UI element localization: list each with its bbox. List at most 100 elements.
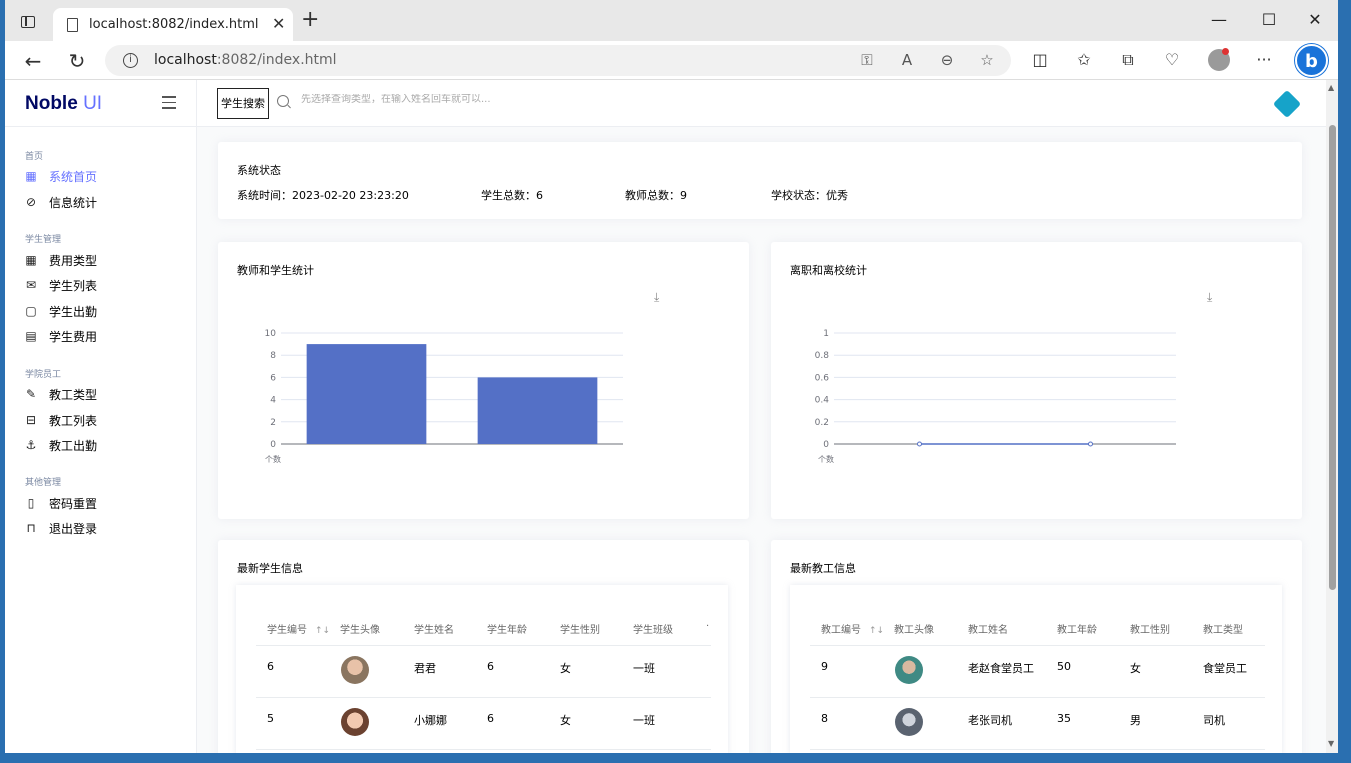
info-icon[interactable]: i <box>123 53 138 68</box>
tab-actions-icon[interactable] <box>21 16 35 28</box>
table-cell: 6 <box>487 712 494 725</box>
omnibox[interactable]: i localhost:8082/index.html ⚿ A ⊖ ☆ <box>105 45 1011 76</box>
zoom-out-icon[interactable]: ⊖ <box>937 51 957 69</box>
notification-dot <box>1222 48 1229 55</box>
close-window-icon[interactable]: ✕ <box>1300 10 1330 29</box>
browser-window: localhost:8082/index.html ✕ + — ☐ ✕ ← ↻ … <box>5 0 1338 753</box>
sidebar-item-logout[interactable]: ⊓ 退出登录 <box>25 519 97 537</box>
minimize-icon[interactable]: — <box>1204 10 1234 29</box>
maximize-icon[interactable]: ☐ <box>1254 10 1284 29</box>
table-cell: 9 <box>821 660 828 673</box>
axis-unit-label: 个数 <box>818 454 834 464</box>
search-input[interactable] <box>301 94 801 105</box>
reload-icon[interactable]: ↻ <box>65 49 89 73</box>
latest-staff-card: 最新教工信息 教工编号 ↑↓ 教工头像 教工姓名 教工年龄 教工性别 教工类型 … <box>771 540 1302 753</box>
sidebar-item-staff-types[interactable]: ✎ 教工类型 <box>25 385 97 403</box>
feather-icon: ✎ <box>25 387 37 401</box>
table-header: 教工姓名 <box>968 625 1008 636</box>
tab-bar: localhost:8082/index.html ✕ + — ☐ ✕ <box>5 0 1338 41</box>
bing-copilot-icon[interactable]: b <box>1295 44 1328 77</box>
more-menu-icon[interactable]: ··· <box>1252 50 1276 69</box>
table-cell: 35 <box>1057 712 1071 725</box>
sidebar-item-fee-types[interactable]: ▦ 费用类型 <box>25 251 97 269</box>
sidebar-item-staff-attendance[interactable]: ⚓ 教工出勤 <box>25 436 97 454</box>
search-type-button[interactable]: 学生搜索 <box>217 88 269 119</box>
sidebar-item-statistics[interactable]: ⊘ 信息统计 <box>25 193 97 211</box>
address-bar: ← ↻ i localhost:8082/index.html ⚿ A ⊖ ☆ … <box>5 41 1338 80</box>
sidebar-item-reset-password[interactable]: ▯ 密码重置 <box>25 494 97 512</box>
card-title: 系统状态 <box>237 164 281 177</box>
sort-icon[interactable]: ↑↓ <box>869 626 884 636</box>
tablet-icon: ▯ <box>27 496 35 510</box>
scroll-down-icon[interactable]: ▼ <box>1328 739 1334 748</box>
sidebar-item-student-list[interactable]: ✉ 学生列表 <box>25 276 97 294</box>
key-icon[interactable]: ⚿ <box>857 51 877 69</box>
bar <box>306 344 427 444</box>
table-header: 学生姓名 <box>414 625 454 636</box>
axis-unit-label: 个数 <box>265 454 281 464</box>
nav-category-home: 首页 <box>25 152 44 162</box>
sort-icon[interactable]: ↑↓ <box>315 626 330 636</box>
table-cell: 小娜娜 <box>414 714 447 727</box>
read-aloud-icon[interactable]: A <box>897 51 917 69</box>
line-chart: 0 0.2 0.4 0.6 0.8 1 个数 <box>815 329 1176 464</box>
back-icon[interactable]: ← <box>21 49 45 73</box>
table-cell: 女 <box>1130 662 1141 675</box>
table-cell: 8 <box>821 712 828 725</box>
teacher-count: 教师总数：9 <box>625 189 687 202</box>
card-title: 最新教工信息 <box>790 562 856 575</box>
sidebar-item-student-fees[interactable]: ▤ 学生费用 <box>25 327 97 345</box>
table-cell: 一班 <box>633 662 655 675</box>
menu-toggle-icon[interactable] <box>162 96 176 113</box>
staff-table: 教工编号 ↑↓ 教工头像 教工姓名 教工年龄 教工性别 教工类型 9 老赵食堂员… <box>790 585 1282 753</box>
table-header[interactable]: 教工编号 <box>821 621 861 636</box>
y-tick-label: 6 <box>270 373 276 383</box>
school-status: 学校状态：优秀 <box>771 189 848 202</box>
page: Noble UI 首页 ▦ 系统首页 ⊘ 信息统计 学生管理 ▦ 费用类型 ✉ 学生列表… <box>5 80 1326 753</box>
browser-tab[interactable]: localhost:8082/index.html ✕ <box>53 8 293 41</box>
message-square-icon: ▢ <box>25 304 37 318</box>
y-tick-label: 8 <box>270 351 276 361</box>
divider <box>5 126 197 127</box>
y-tick-label: 0 <box>270 440 276 450</box>
student-count: 学生总数：6 <box>481 189 543 202</box>
eye-off-icon: ⊘ <box>25 195 37 209</box>
y-tick-label: 1 <box>823 329 829 339</box>
table-cell: 老张司机 <box>968 714 1012 727</box>
data-point <box>1088 441 1093 447</box>
table-header[interactable]: 学生编号 <box>267 621 307 636</box>
avatar <box>895 708 923 736</box>
latest-students-card: 最新学生信息 学生编号 ↑↓ 学生头像 学生姓名 学生年龄 学生性别 学生班级 … <box>218 540 749 753</box>
sidebar-item-student-attendance[interactable]: ▢ 学生出勤 <box>25 302 97 320</box>
inbox-icon: ⊟ <box>25 413 37 427</box>
page-icon <box>67 18 78 32</box>
url-text[interactable]: localhost:8082/index.html <box>154 52 337 68</box>
avatar <box>341 708 369 736</box>
sidebar-item-dashboard[interactable]: ▦ 系统首页 <box>25 167 97 185</box>
nav-category-staff: 学院员工 <box>25 370 62 380</box>
split-screen-icon[interactable]: ◫ <box>1028 50 1052 69</box>
mail-icon: ✉ <box>25 278 37 292</box>
table-cell: 食堂员工 <box>1203 662 1247 675</box>
table-cell: 5 <box>267 712 274 725</box>
brand-logo[interactable]: Noble UI <box>25 93 102 115</box>
sidebar-item-staff-list[interactable]: ⊟ 教工列表 <box>25 411 97 429</box>
close-tab-icon[interactable]: ✕ <box>272 14 285 33</box>
divider <box>256 697 711 698</box>
y-tick-label: 0.6 <box>815 373 830 383</box>
y-tick-label: 0.8 <box>815 351 830 361</box>
scroll-thumb[interactable] <box>1329 125 1336 590</box>
divider <box>810 697 1265 698</box>
table-header: 学生班级 <box>633 625 673 636</box>
new-tab-icon[interactable]: + <box>301 9 319 31</box>
collections-icon[interactable]: ⧉ <box>1116 50 1140 70</box>
performance-icon[interactable]: ♡ <box>1160 50 1184 69</box>
calendar-icon: ▤ <box>25 329 37 343</box>
favorites-icon[interactable]: ✩ <box>1072 50 1096 69</box>
app-badge-icon[interactable] <box>1272 89 1302 119</box>
table-cell: 一班 <box>633 714 655 727</box>
favorite-star-icon[interactable]: ☆ <box>977 51 997 69</box>
scroll-up-icon[interactable]: ▲ <box>1328 83 1334 92</box>
page-scrollbar[interactable]: ▲ ▼ <box>1326 80 1338 753</box>
table-cell: 君君 <box>414 662 436 675</box>
